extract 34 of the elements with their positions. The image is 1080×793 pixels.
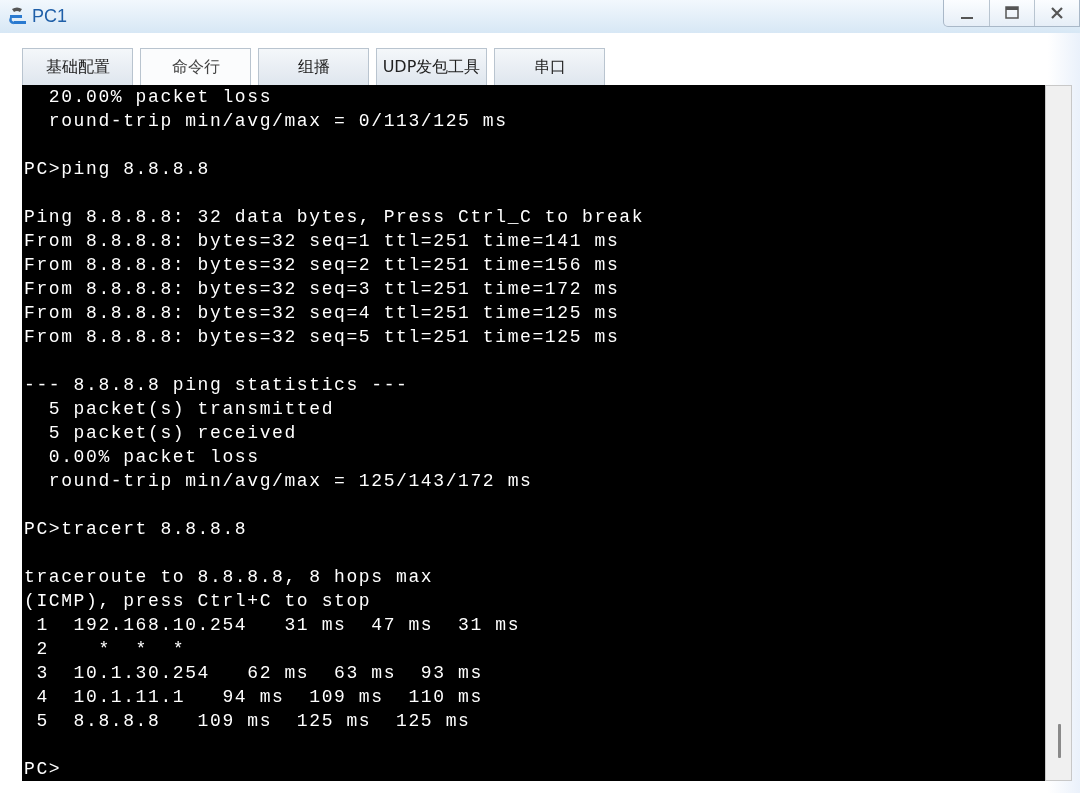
terminal-line: round-trip min/avg/max = 125/143/172 ms: [47, 470, 533, 493]
terminal-line: round-trip min/avg/max = 0/113/125 ms: [47, 110, 508, 133]
terminal-line: 1 192.168.10.254 31 ms 47 ms 31 ms: [35, 614, 521, 637]
terminal-line: 2 * * *: [35, 638, 186, 661]
terminal-line: (ICMP), press Ctrl+C to stop: [23, 590, 372, 613]
close-icon: [1049, 5, 1065, 21]
maximize-icon: [1004, 5, 1020, 21]
tab[interactable]: 组播: [258, 48, 369, 85]
terminal-line: PC>ping 8.8.8.8: [23, 158, 211, 181]
terminal-line: PC>tracert 8.8.8.8: [23, 518, 248, 541]
minimize-icon: [960, 17, 973, 19]
terminal-line: 5 packet(s) received: [47, 422, 297, 445]
terminal-line: 20.00% packet loss: [47, 86, 273, 109]
tab[interactable]: UDP发包工具: [376, 48, 487, 85]
terminal-line: From 8.8.8.8: bytes=32 seq=1 ttl=251 time=141 ms: [23, 230, 620, 253]
terminal-line: 4 10.1.11.1 94 ms 109 ms 110 ms: [35, 686, 483, 709]
terminal-line: 5 8.8.8.8 109 ms 125 ms 125 ms: [35, 710, 471, 733]
terminal-line: 5 packet(s) transmitted: [47, 398, 335, 421]
terminal-line: 0.00% packet loss: [47, 446, 260, 469]
command-prompt[interactable]: PC>: [22, 757, 62, 781]
scrollbar[interactable]: [1045, 85, 1072, 781]
terminal-line: From 8.8.8.8: bytes=32 seq=5 ttl=251 time=125 ms: [23, 326, 620, 349]
window-title: PC1: [32, 6, 67, 27]
tab[interactable]: 基础配置: [22, 48, 133, 85]
tab[interactable]: 串口: [494, 48, 605, 85]
terminal-line: Ping 8.8.8.8: 32 data bytes, Press Ctrl_C to break: [23, 206, 645, 229]
terminal-line: From 8.8.8.8: bytes=32 seq=4 ttl=251 time=125 ms: [23, 302, 620, 325]
terminal-line: --- 8.8.8.8 ping statistics ---: [23, 374, 409, 397]
tab[interactable]: 命令行: [140, 48, 251, 85]
terminal-line: From 8.8.8.8: bytes=32 seq=2 ttl=251 time=156 ms: [23, 254, 620, 277]
terminal-line: 3 10.1.30.254 62 ms 63 ms 93 ms: [35, 662, 483, 685]
terminal-line: traceroute to 8.8.8.8, 8 hops max: [23, 566, 434, 589]
scrollbar-thumb[interactable]: [1058, 724, 1062, 758]
terminal-line: From 8.8.8.8: bytes=32 seq=3 ttl=251 time=172 ms: [23, 278, 620, 301]
